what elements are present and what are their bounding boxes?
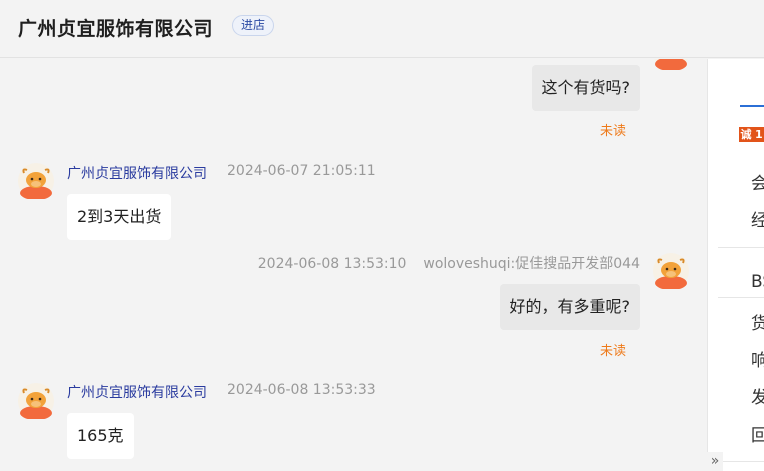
double-chevron-right-icon[interactable]: »: [707, 452, 723, 471]
divider: [718, 247, 764, 248]
message-list[interactable]: 这个有货吗? 未读 广州贞宜服饰有限公司 2024-06-07 21:05:11…: [0, 59, 707, 471]
yak-avatar-icon[interactable]: [653, 253, 689, 289]
message-meta: 2024-06-08 13:53:10 woloveshuqi:促佳搜品开发部0…: [258, 253, 640, 273]
shop-metric-line: 货: [751, 309, 764, 334]
message-time: 2024-06-07 21:05:11: [227, 163, 376, 179]
unread-status: 未读: [600, 344, 627, 359]
divider: [718, 297, 764, 298]
shop-metric-line: 发: [751, 383, 764, 408]
sender-name[interactable]: 广州贞宜服饰有限公司: [67, 382, 207, 402]
message-time: 2024-06-08 13:53:10: [257, 256, 407, 272]
message-bubble-outgoing[interactable]: 好的，有多重呢?: [499, 284, 640, 330]
divider: [718, 461, 764, 462]
shop-info-panel: 诚 1 会 经 BS 货 响 发 回: [707, 59, 764, 471]
active-tab-indicator: [740, 105, 764, 107]
yak-avatar-icon[interactable]: [18, 163, 54, 199]
unread-status: 未读: [600, 124, 627, 139]
message-bubble-incoming[interactable]: 165克: [67, 413, 134, 459]
message-time: 2024-06-08 13:53:33: [227, 382, 376, 398]
shop-info-line: 经: [751, 206, 764, 231]
sender-name[interactable]: 广州贞宜服饰有限公司: [67, 163, 207, 183]
shop-metric-line: 响: [751, 346, 764, 371]
sender-name: woloveshuqi:促佳搜品开发部044: [423, 256, 640, 272]
enter-shop-button[interactable]: 进店: [232, 15, 275, 36]
cheng-badge-years: 1: [753, 127, 764, 142]
shop-info-line: 会: [751, 169, 764, 194]
yak-avatar-icon[interactable]: [653, 59, 689, 70]
cheng-badge: 诚: [739, 127, 753, 142]
yak-avatar-icon[interactable]: [18, 383, 54, 419]
page-title: 广州贞宜服饰有限公司: [18, 18, 214, 40]
shop-metric-line: BS: [751, 272, 764, 292]
chat-header: 广州贞宜服饰有限公司 进店: [0, 0, 764, 58]
shop-metric-line: 回: [751, 421, 764, 446]
message-bubble-incoming[interactable]: 2到3天出货: [67, 194, 172, 240]
message-bubble-outgoing[interactable]: 这个有货吗?: [531, 65, 640, 111]
